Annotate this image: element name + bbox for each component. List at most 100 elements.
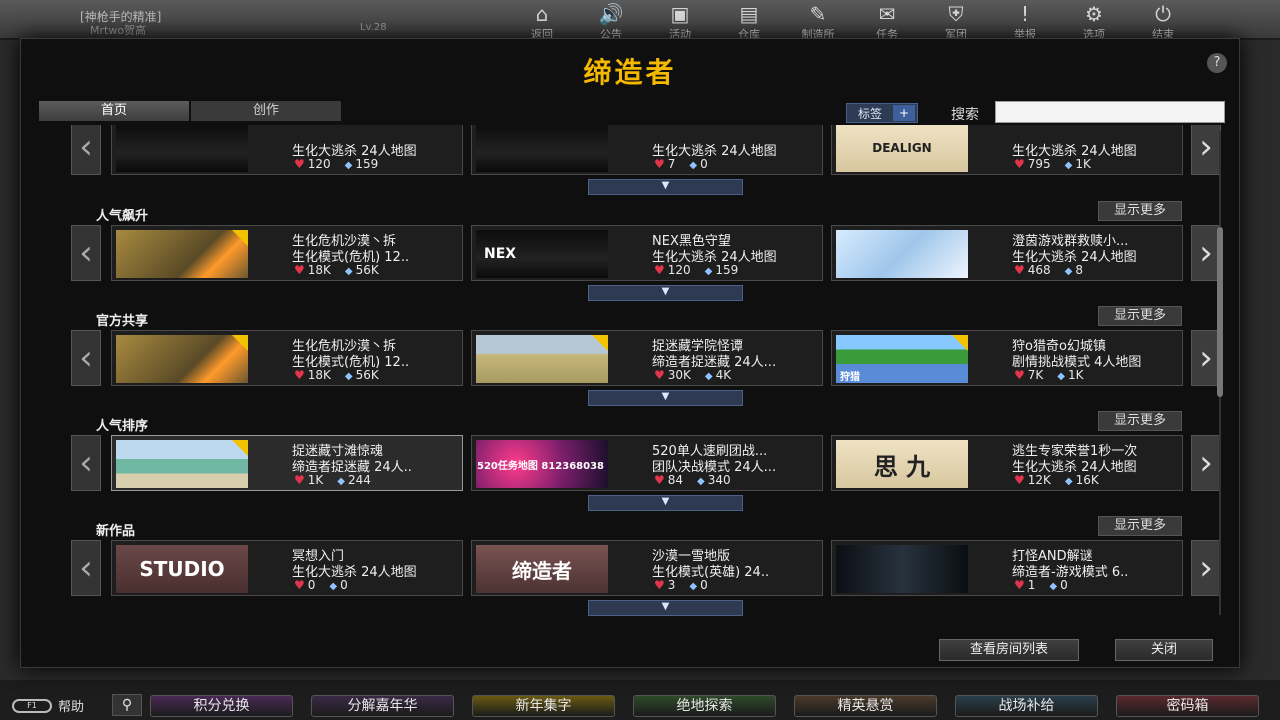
map-stats: 10 — [1014, 578, 1068, 592]
topnav-item[interactable]: ✎ 制造所 — [796, 2, 840, 41]
show-more-button[interactable]: 显示更多 — [1098, 201, 1182, 221]
gun-icon: ✎ — [809, 2, 827, 26]
home-icon: ⌂ — [535, 2, 549, 26]
tag-label: 标签 — [857, 106, 882, 121]
bottom-tab[interactable]: 新年集字 — [472, 695, 615, 717]
scrollbar[interactable] — [1217, 131, 1223, 615]
topnav-item[interactable]: ⚙ 选项 — [1072, 2, 1116, 41]
scroll-left-arrow[interactable]: ‹ — [71, 540, 101, 596]
map-card[interactable]: 生化大逃杀 24人地图120159 — [111, 125, 463, 175]
tab-home[interactable]: 首页 — [39, 101, 189, 121]
play-count: 56K — [345, 263, 379, 277]
expand-section-button[interactable]: ▼ — [588, 179, 743, 195]
thumbnail-label: 狩猎 — [840, 372, 860, 383]
thumbnail-label: NEX — [484, 246, 517, 262]
map-card[interactable]: 生化大逃杀 24人地图70 — [471, 125, 823, 175]
map-stats: 18K 56K — [294, 368, 379, 382]
tab-create[interactable]: 创作 — [191, 101, 341, 121]
bottom-tab[interactable]: 积分兑换 — [150, 695, 293, 717]
search-input[interactable] — [995, 101, 1225, 123]
map-stats: 7K 1K — [1014, 368, 1084, 382]
like-count: 1 — [1014, 578, 1036, 592]
map-thumbnail — [116, 125, 248, 172]
map-stats: 120 159 — [294, 157, 379, 171]
map-thumbnail: 狩猎 — [836, 335, 968, 383]
map-stats: 468 8 — [1014, 263, 1083, 277]
section-title: 人气飙升 — [96, 209, 149, 224]
map-card[interactable]: 打怪AND解谜缔造者-游戏模式 6..10 — [831, 540, 1183, 596]
bottom-tabs: 积分兑换 分解嘉年华 新年集字 绝地探索 精英悬赏 战场补给 密码箱 — [150, 695, 1259, 717]
question-icon[interactable]: ? — [1207, 53, 1227, 73]
play-count: 340 — [697, 473, 731, 487]
top-nav: ⌂ 返回 🔊 公告 ▣ 活动 ▤ 仓库 ✎ 制造所 ✉ 任务 ⛨ 军团 ! 举报 ⚙ 选项 ⏻ 结束 — [520, 2, 1185, 41]
map-card[interactable]: 缔造者沙漠一雪地版生化模式(英雄) 24..30 — [471, 540, 823, 596]
featured-badge-icon — [592, 335, 608, 351]
like-count: 1K — [294, 473, 324, 487]
scroll-left-arrow[interactable]: ‹ — [71, 435, 101, 491]
map-list: ‹›生化大逃杀 24人地图120159生化大逃杀 24人地图70DEALIGN生… — [41, 125, 1221, 621]
map-card[interactable]: DEALIGN生化大逃杀 24人地图7951K — [831, 125, 1183, 175]
map-stats: 12K 16K — [1014, 473, 1099, 487]
scroll-left-arrow[interactable]: ‹ — [71, 330, 101, 386]
map-thumbnail — [116, 230, 248, 278]
search-label: 搜索 — [951, 107, 979, 123]
map-card[interactable]: 澄茵游戏群救赎小...生化大逃杀 24人地图4688 — [831, 225, 1183, 281]
map-stats: 120 159 — [654, 263, 739, 277]
map-card[interactable]: STUDIO冥想入门生化大逃杀 24人地图00 — [111, 540, 463, 596]
calendar-icon: ▣ — [670, 2, 690, 26]
topnav-item[interactable]: 🔊 公告 — [589, 2, 633, 41]
scrollbar-thumb[interactable] — [1217, 227, 1223, 397]
bottom-tab[interactable]: 绝地探索 — [633, 695, 776, 717]
map-thumbnail — [836, 545, 968, 593]
help-button[interactable]: F1 帮助 — [12, 696, 84, 715]
tag-filter-button[interactable]: 标签 + — [846, 103, 918, 123]
map-card[interactable]: 捉迷藏学院怪谭缔造者捉迷藏 24人...30K4K — [471, 330, 823, 386]
map-stats: 70 — [654, 157, 708, 171]
topnav-item[interactable]: ▤ 仓库 — [727, 2, 771, 41]
bottom-tab[interactable]: 精英悬赏 — [794, 695, 937, 717]
map-card[interactable]: 思 九逃生专家荣誉1秒一次生化大逃杀 24人地图12K16K — [831, 435, 1183, 491]
map-card[interactable]: NEXNEX黑色守望生化大逃杀 24人地图120159 — [471, 225, 823, 281]
scroll-left-arrow[interactable]: ‹ — [71, 225, 101, 281]
thumbnail-label: DEALIGN — [872, 141, 932, 155]
map-card[interactable]: 捉迷藏寸滩惊魂缔造者捉迷藏 24人..1K244 — [111, 435, 463, 491]
alert-icon: ! — [1020, 2, 1030, 26]
close-button[interactable]: 关闭 — [1115, 639, 1213, 661]
show-more-button[interactable]: 显示更多 — [1098, 306, 1182, 326]
show-more-button[interactable]: 显示更多 — [1098, 516, 1182, 536]
thumbnail-label — [836, 230, 968, 278]
play-count: 4K — [705, 368, 732, 382]
expand-section-button[interactable]: ▼ — [588, 600, 743, 616]
bottom-tab[interactable]: 密码箱 — [1116, 695, 1259, 717]
topnav-item[interactable]: ▣ 活动 — [658, 2, 702, 41]
play-count: 0 — [689, 578, 708, 592]
bottom-tab[interactable]: 战场补给 — [955, 695, 1098, 717]
like-count: 120 — [654, 263, 691, 277]
expand-section-button[interactable]: ▼ — [588, 390, 743, 406]
play-count: 244 — [337, 473, 371, 487]
expand-section-button[interactable]: ▼ — [588, 495, 743, 511]
scroll-left-arrow[interactable]: ‹ — [71, 125, 101, 175]
topnav-item[interactable]: ⏻ 结束 — [1141, 2, 1185, 41]
search-icon[interactable]: ⚲ — [112, 694, 142, 716]
keyboard-icon: F1 — [12, 698, 52, 713]
play-count: 0 — [689, 157, 708, 171]
view-rooms-button[interactable]: 查看房间列表 — [939, 639, 1079, 661]
map-card[interactable]: 520任务地图 812368038 520单人速刷团战... 团队决战模式 24人.… — [471, 435, 823, 491]
topnav-item[interactable]: ⌂ 返回 — [520, 2, 564, 41]
map-card[interactable]: 生化危机沙漠丶拆生化模式(危机) 12..18K56K — [111, 225, 463, 281]
topnav-item[interactable]: ⛨ 军团 — [934, 2, 978, 41]
topnav-item[interactable]: ✉ 任务 — [865, 2, 909, 41]
topnav-item[interactable]: ! 举报 — [1003, 2, 1047, 41]
map-card[interactable]: 狩猎狩o猎奇o幻城镇剧情挑战模式 4人地图7K1K — [831, 330, 1183, 386]
bottom-tab[interactable]: 分解嘉年华 — [311, 695, 454, 717]
like-count: 468 — [1014, 263, 1051, 277]
featured-badge-icon — [232, 230, 248, 246]
bag-icon: ▤ — [739, 2, 759, 26]
show-more-button[interactable]: 显示更多 — [1098, 411, 1182, 431]
expand-section-button[interactable]: ▼ — [588, 285, 743, 301]
map-thumbnail — [476, 125, 608, 172]
map-card[interactable]: 生化危机沙漠丶拆生化模式(危机) 12..18K56K — [111, 330, 463, 386]
play-count: 159 — [345, 157, 378, 171]
like-count: 120 — [294, 157, 331, 171]
